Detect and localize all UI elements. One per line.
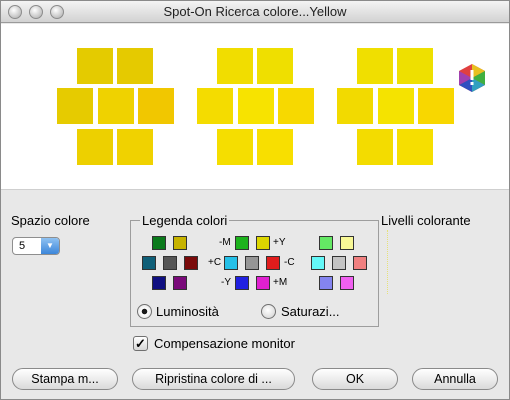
color-preview-area (1, 24, 509, 190)
monitor-compensation-label[interactable]: Compensazione monitor (154, 336, 295, 351)
preview-swatch[interactable] (117, 129, 153, 165)
legend-swatch (173, 276, 187, 290)
luminosity-radio[interactable] (137, 304, 152, 319)
preview-swatch[interactable] (197, 88, 233, 124)
legend-swatch (184, 256, 198, 270)
preview-swatch[interactable] (337, 88, 373, 124)
title-bar: Spot-On Ricerca colore...Yellow (1, 1, 509, 23)
color-wheel-icon (459, 64, 485, 92)
preview-swatch[interactable] (397, 129, 433, 165)
preview-swatch[interactable] (357, 48, 393, 84)
legend-sign-plus-c: +C (208, 257, 222, 268)
legend-swatch (311, 256, 325, 270)
legend-swatch (340, 276, 354, 290)
preview-swatch[interactable] (77, 129, 113, 165)
legend-sign-plus-m: +M (273, 277, 288, 288)
print-button[interactable]: Stampa m... (12, 368, 118, 390)
preview-swatch[interactable] (418, 88, 454, 124)
preview-swatch[interactable] (217, 129, 253, 165)
legend-swatch (332, 256, 346, 270)
legend-swatch (319, 276, 333, 290)
chevron-down-icon: ▼ (41, 238, 59, 254)
legend-swatch (245, 256, 259, 270)
legend-swatch (235, 276, 249, 290)
legend-swatch (173, 236, 187, 250)
preview-swatch[interactable] (217, 48, 253, 84)
preview-swatch[interactable] (117, 48, 153, 84)
ok-button[interactable]: OK (312, 368, 398, 390)
legend-swatch (256, 276, 270, 290)
legend-swatch (224, 256, 238, 270)
legend-swatch (256, 236, 270, 250)
saturation-radio[interactable] (261, 304, 276, 319)
preview-swatch[interactable] (238, 88, 274, 124)
restore-color-button[interactable]: Ripristina colore di ... (132, 368, 295, 390)
legend-swatch (152, 276, 166, 290)
color-space-value: 5 (19, 240, 26, 252)
legend-swatch (266, 256, 280, 270)
ink-levels-label: Livelli colorante (381, 213, 471, 228)
legend-swatch (142, 256, 156, 270)
saturation-radio-label[interactable]: Saturazi... (281, 304, 340, 319)
legend-swatch (152, 236, 166, 250)
preview-swatch[interactable] (77, 48, 113, 84)
monitor-compensation-checkbox[interactable]: ✓ (133, 336, 148, 351)
preview-swatch[interactable] (257, 129, 293, 165)
preview-swatch[interactable] (98, 88, 134, 124)
color-legend-title: Legenda colori (140, 213, 230, 228)
preview-swatch[interactable] (357, 129, 393, 165)
preview-swatch[interactable] (278, 88, 314, 124)
legend-swatch (235, 236, 249, 250)
preview-swatch[interactable] (57, 88, 93, 124)
legend-sign-plus-y: +Y (273, 237, 286, 248)
legend-swatch (163, 256, 177, 270)
cancel-button[interactable]: Annulla (412, 368, 498, 390)
legend-swatch (353, 256, 367, 270)
window-title: Spot-On Ricerca colore...Yellow (163, 4, 347, 19)
legend-sign-minus-c: -C (284, 257, 295, 268)
luminosity-radio-label[interactable]: Luminosità (156, 304, 219, 319)
legend-swatch (319, 236, 333, 250)
preview-swatch[interactable] (138, 88, 174, 124)
dialog-window: Spot-On Ricerca colore...Yellow Spazio c… (0, 0, 510, 400)
legend-sign-minus-m: -M (219, 237, 231, 248)
legend-sign-minus-y: -Y (221, 277, 231, 288)
preview-swatch[interactable] (397, 48, 433, 84)
ink-levels-indicator (387, 230, 397, 294)
legend-swatch (340, 236, 354, 250)
color-space-popup[interactable]: 5 ▼ (12, 237, 60, 255)
preview-swatch[interactable] (257, 48, 293, 84)
color-space-label: Spazio colore (11, 213, 90, 228)
preview-swatch[interactable] (378, 88, 414, 124)
